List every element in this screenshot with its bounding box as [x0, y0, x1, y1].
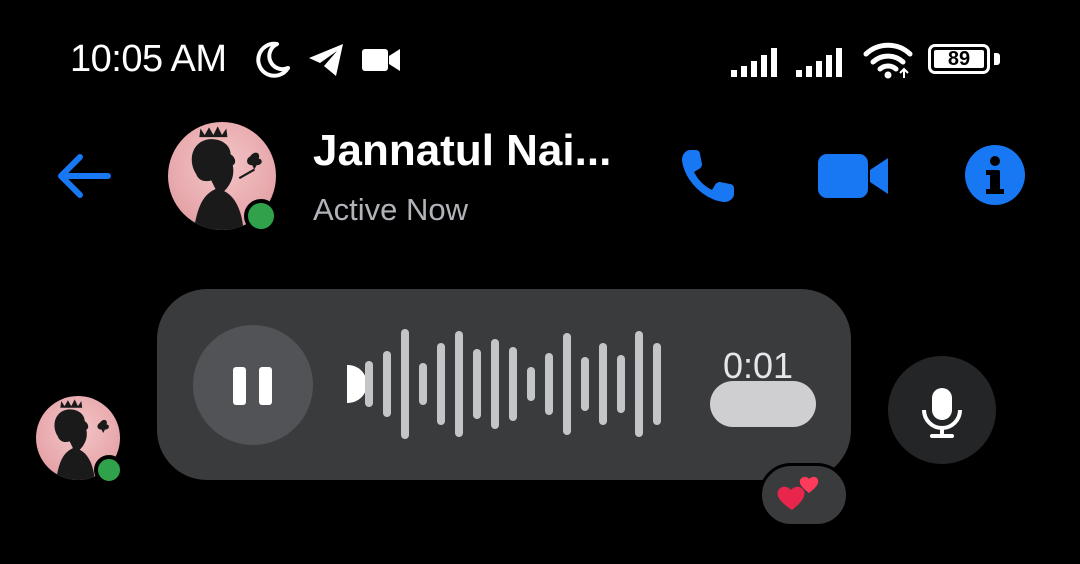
status-time: 10:05 AM: [70, 38, 227, 80]
online-indicator: [244, 199, 278, 233]
pause-icon-bar: [259, 367, 272, 405]
wave-bar: [617, 355, 625, 413]
info-icon[interactable]: [964, 144, 1026, 206]
contact-name[interactable]: Jannatul Nai...: [313, 126, 611, 176]
video-call-icon[interactable]: [816, 150, 890, 202]
arrow-left-icon[interactable]: [54, 148, 114, 204]
contact-status: Active Now: [313, 192, 469, 227]
wave-bar: [509, 347, 517, 421]
wave-bar: [635, 331, 643, 437]
signal-icon: [731, 48, 777, 77]
wave-bar: [437, 343, 445, 425]
phone-icon[interactable]: [676, 146, 740, 206]
two-hearts-emoji: [777, 476, 819, 510]
voice-message-bubble[interactable]: 0:01: [157, 289, 851, 480]
wave-bar: [599, 343, 607, 425]
wave-bar: [383, 351, 391, 417]
playhead: [347, 365, 367, 403]
pause-button[interactable]: [193, 325, 313, 445]
wave-bar: [491, 339, 499, 429]
wave-bar: [419, 363, 427, 405]
reaction-badge[interactable]: [759, 463, 849, 527]
wave-bar: [653, 343, 661, 425]
wave-bar: [365, 361, 373, 407]
wave-bar: [401, 329, 409, 439]
wave-bar: [473, 349, 481, 419]
telegram-icon: [309, 44, 343, 76]
battery-tip: [994, 53, 1000, 65]
audio-waveform[interactable]: [345, 329, 675, 439]
moon-icon: [256, 41, 290, 78]
microphone-button[interactable]: [888, 356, 996, 464]
wifi-icon: [863, 42, 913, 79]
microphone-icon: [922, 388, 962, 438]
wave-bar: [581, 357, 589, 411]
wave-bar: [527, 367, 535, 401]
battery-level: 89: [947, 48, 971, 70]
pause-icon: [233, 367, 246, 405]
playback-speed-button[interactable]: [710, 381, 816, 427]
signal-icon: [796, 48, 842, 77]
video-camera-icon: [362, 49, 400, 71]
wave-bar: [563, 333, 571, 435]
online-indicator: [94, 455, 124, 485]
wave-bar: [545, 353, 553, 415]
battery-indicator: 89: [928, 44, 990, 74]
wave-bar: [455, 331, 463, 437]
